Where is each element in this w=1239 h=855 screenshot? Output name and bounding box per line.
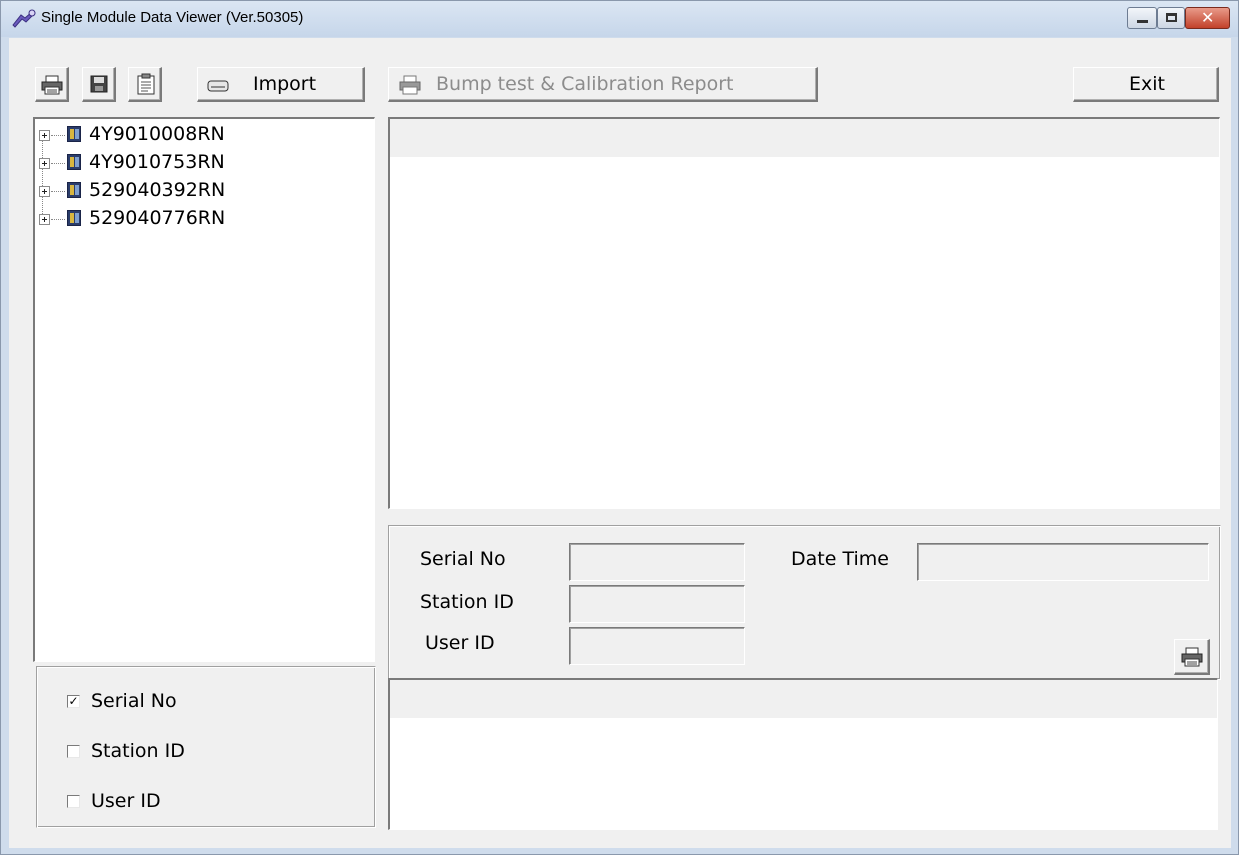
app-icon <box>12 9 36 28</box>
expand-icon[interactable] <box>39 158 50 169</box>
tree-item-label: 4Y9010008RN <box>89 123 225 145</box>
expand-icon[interactable] <box>39 186 50 197</box>
exit-button[interactable]: Exit <box>1073 67 1219 102</box>
clipboard-button[interactable] <box>128 67 162 102</box>
station-id-label: Station ID <box>420 591 514 613</box>
import-label: Import <box>253 73 317 95</box>
tree-connector <box>51 163 65 164</box>
minimize-icon <box>1137 20 1148 23</box>
grid-header <box>390 119 1219 157</box>
client-area: Import Bump test & Calibration Report Ex… <box>9 38 1231 848</box>
module-icon <box>67 154 81 170</box>
tree-item[interactable]: 4Y9010008RN <box>37 122 357 150</box>
filter-group: ✓ Serial No Station ID User ID <box>36 666 376 828</box>
checkbox-icon[interactable]: ✓ <box>67 695 80 708</box>
user-id-label: User ID <box>425 632 495 654</box>
printer-icon <box>1181 647 1203 667</box>
tree-connector <box>51 135 65 136</box>
checkbox-label: Station ID <box>91 740 185 762</box>
records-grid[interactable] <box>388 117 1220 509</box>
tree-item-label: 529040776RN <box>89 207 226 229</box>
close-button[interactable]: ✕ <box>1185 7 1230 29</box>
date-time-field[interactable] <box>917 543 1209 581</box>
printer-icon <box>399 75 421 95</box>
tree-item[interactable]: 529040392RN <box>37 178 357 206</box>
bump-test-calibration-report-label: Bump test & Calibration Report <box>436 73 734 95</box>
app-window: Single Module Data Viewer (Ver.50305) ✕ <box>0 0 1239 855</box>
grid-header <box>390 680 1217 718</box>
checkbox-icon[interactable] <box>67 795 80 808</box>
drive-icon <box>207 80 229 92</box>
floppy-disk-icon <box>90 75 108 93</box>
serial-no-field[interactable] <box>569 543 745 581</box>
import-button[interactable]: Import <box>197 67 365 102</box>
checkbox-label: Serial No <box>91 690 177 712</box>
module-icon <box>67 182 81 198</box>
tree-item-label: 4Y9010753RN <box>89 151 225 173</box>
exit-label: Exit <box>1129 73 1165 95</box>
details-panel: Serial No Station ID User ID Date Time <box>388 525 1221 680</box>
checkbox-icon[interactable] <box>67 745 80 758</box>
details-grid[interactable] <box>388 678 1218 830</box>
module-tree[interactable]: 4Y9010008RN 4Y9010753RN 529040392RN 5290… <box>33 117 375 662</box>
window-title: Single Module Data Viewer (Ver.50305) <box>41 9 304 26</box>
serial-no-label: Serial No <box>420 548 506 570</box>
printer-icon <box>41 75 63 95</box>
user-id-field[interactable] <box>569 627 745 665</box>
bump-test-calibration-report-button[interactable]: Bump test & Calibration Report <box>388 67 818 102</box>
maximize-icon <box>1166 13 1177 22</box>
save-button[interactable] <box>82 67 116 102</box>
date-time-label: Date Time <box>791 548 889 570</box>
station-id-field[interactable] <box>569 585 745 623</box>
checkbox-label: User ID <box>91 790 161 812</box>
title-bar[interactable]: Single Module Data Viewer (Ver.50305) ✕ <box>1 1 1238 37</box>
close-icon: ✕ <box>1201 8 1215 27</box>
expand-icon[interactable] <box>39 214 50 225</box>
module-icon <box>67 126 81 142</box>
clipboard-icon <box>137 73 155 95</box>
maximize-button[interactable] <box>1157 7 1185 29</box>
print-details-button[interactable] <box>1174 639 1210 675</box>
tree-item[interactable]: 529040776RN <box>37 206 357 234</box>
expand-icon[interactable] <box>39 130 50 141</box>
tree-connector <box>51 219 65 220</box>
tree-connector <box>51 191 65 192</box>
print-button[interactable] <box>35 67 69 102</box>
tree-item-label: 529040392RN <box>89 179 226 201</box>
minimize-button[interactable] <box>1127 7 1157 29</box>
tree-item[interactable]: 4Y9010753RN <box>37 150 357 178</box>
module-icon <box>67 210 81 226</box>
